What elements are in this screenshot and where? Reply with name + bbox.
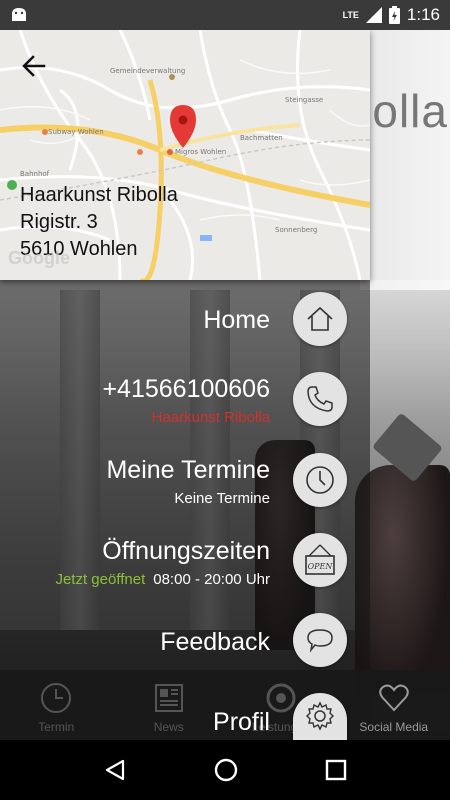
hours-button[interactable]: OPEN: [293, 533, 347, 587]
map-label: Sonnenberg: [275, 226, 318, 234]
recents-icon[interactable]: [325, 759, 347, 781]
status-bar: LTE 1:16: [0, 0, 450, 30]
menu-item-hours[interactable]: Öffnungszeiten Jetzt geöffnet 08:00 - 20:…: [55, 537, 270, 589]
salon-name: Haarkunst Ribolla: [20, 184, 178, 206]
feedback-button[interactable]: [293, 613, 347, 667]
home-circle-icon[interactable]: [213, 757, 239, 783]
menu-item-feedback[interactable]: Feedback: [160, 628, 270, 656]
google-watermark: Google: [8, 248, 70, 268]
profil-label: Profil: [213, 708, 270, 736]
open-now-status: Jetzt geöffnet: [55, 571, 146, 588]
termine-status: Keine Termine: [174, 490, 270, 507]
salon-street: Rigistr. 3: [20, 211, 98, 233]
home-label: Home: [203, 306, 270, 334]
map-label: Bahnhof: [20, 170, 50, 178]
tab-social-media[interactable]: Social Media: [338, 670, 450, 740]
system-navigation-bar: [0, 740, 450, 800]
back-icon[interactable]: [103, 758, 127, 782]
menu-item-phone[interactable]: +41566100606 Haarkunst Ribolla: [102, 375, 270, 427]
map-label: Gemeindeverwaltung: [110, 67, 186, 75]
heart-icon: [379, 684, 409, 712]
call-button[interactable]: [293, 372, 347, 426]
phone-number: +41566100606: [102, 375, 270, 403]
location-map-card[interactable]: Gemeindeverwaltung Subway Wohlen Migros …: [0, 30, 370, 280]
home-button[interactable]: [293, 292, 347, 346]
services-icon: [266, 683, 296, 713]
menu-item-termine[interactable]: Meine Termine Keine Termine: [106, 456, 270, 508]
phone-icon: [307, 386, 333, 412]
map-label: Bachmatten: [240, 134, 283, 142]
open-sign-text: OPEN: [308, 562, 334, 571]
back-arrow-icon[interactable]: [20, 52, 48, 80]
tab-news[interactable]: News: [113, 670, 226, 740]
home-icon: [307, 306, 333, 331]
tab-label: Termin: [38, 720, 75, 734]
newspaper-icon: [154, 684, 183, 712]
map-label: Migros Wohlen: [175, 148, 227, 156]
clock-icon: [306, 466, 334, 494]
termine-button[interactable]: [293, 453, 347, 507]
network-type: LTE: [342, 9, 359, 20]
menu-item-profil[interactable]: Profil: [213, 708, 270, 736]
android-icon: [12, 8, 26, 21]
feedback-label: Feedback: [160, 628, 270, 656]
open-sign-icon: OPEN: [305, 544, 335, 575]
clock: 1:16: [406, 5, 440, 24]
menu-item-home[interactable]: Home: [203, 306, 270, 334]
tab-label: News: [153, 720, 184, 734]
clock-icon: [41, 683, 72, 713]
speech-bubble-icon: [307, 629, 333, 653]
tab-label: Social Media: [359, 720, 429, 734]
phone-contact-name: Haarkunst Ribolla: [151, 409, 270, 426]
map-label: Subway Wohlen: [48, 128, 104, 136]
battery-charging-icon: [388, 6, 400, 24]
opening-hours: 08:00 - 20:00 Uhr: [153, 571, 270, 588]
signal-icon: [365, 7, 382, 23]
hours-label: Öffnungszeiten: [102, 537, 270, 565]
profil-button[interactable]: [293, 693, 347, 740]
tab-termin[interactable]: Termin: [0, 670, 113, 740]
gear-icon: [306, 701, 334, 731]
termine-label: Meine Termine: [106, 456, 270, 484]
map-label: Steingasse: [285, 96, 324, 104]
